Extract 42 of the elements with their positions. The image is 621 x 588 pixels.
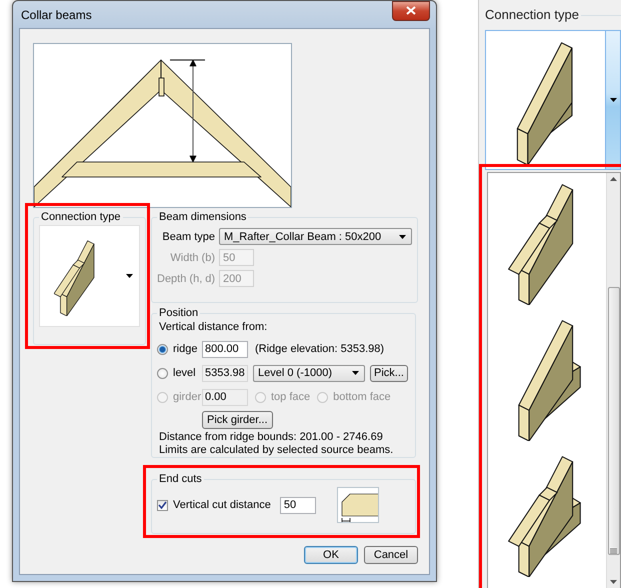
- pick-button[interactable]: Pick...: [370, 364, 408, 382]
- group-title: Position: [158, 307, 200, 319]
- close-icon: [406, 6, 416, 15]
- scroll-up-icon: [610, 177, 617, 181]
- group-title: Connection type: [40, 211, 122, 223]
- field-label: Beam type: [161, 230, 215, 242]
- field-label: Width (b): [169, 252, 215, 264]
- section-label: Vertical distance from:: [159, 321, 268, 333]
- bounds-text: Distance from ridge bounds: 201.00 - 2746.69: [159, 431, 384, 444]
- field-label: Depth (h, d): [157, 272, 215, 284]
- close-button[interactable]: [392, 0, 430, 20]
- connection-type-dropdown[interactable]: [485, 30, 621, 170]
- dropdown-arrow-icon: [126, 274, 133, 278]
- group-title: Beam dimensions: [158, 211, 248, 223]
- dropdown-arrow-icon: [610, 98, 616, 102]
- group-title: End cuts: [158, 473, 203, 485]
- grip-icon: [610, 548, 617, 554]
- beam-type-dropdown[interactable]: M_Rafter_Collar Beam : 50x200: [219, 228, 412, 245]
- scrollbar[interactable]: [606, 173, 620, 588]
- scrollbar-thumb[interactable]: [608, 287, 620, 555]
- dropdown-arrow-icon: [352, 371, 359, 375]
- dialog-button[interactable]: OK: [304, 546, 358, 564]
- dropdown-arrow-icon: [399, 234, 406, 238]
- radio-label: level: [173, 367, 196, 379]
- scroll-down-icon: [610, 580, 617, 584]
- radio-label: bottom face: [333, 391, 391, 403]
- radio-label: girder: [173, 391, 202, 403]
- radio-label: top face: [271, 391, 310, 403]
- checkbox[interactable]: [157, 500, 168, 510]
- radio-button[interactable]: [157, 368, 168, 378]
- level-dropdown[interactable]: Level 0 (-1000): [253, 364, 365, 382]
- input-field[interactable]: 800.00: [202, 340, 248, 358]
- window-title: Collar beams: [21, 8, 92, 22]
- dialog-button[interactable]: Cancel: [364, 546, 418, 564]
- radio-label: ridge: [173, 343, 198, 355]
- elevation-note: (Ridge elevation: 5353.98): [255, 343, 384, 355]
- radio-button[interactable]: [157, 344, 168, 354]
- input-field[interactable]: 50: [280, 496, 316, 514]
- input-field[interactable]: 5353.98: [202, 364, 248, 382]
- panel-title: Connection type: [485, 6, 579, 22]
- limits-note: Limits are calculated by selected source beams.: [159, 444, 394, 457]
- pick-girder-button[interactable]: Pick girder...: [202, 411, 273, 429]
